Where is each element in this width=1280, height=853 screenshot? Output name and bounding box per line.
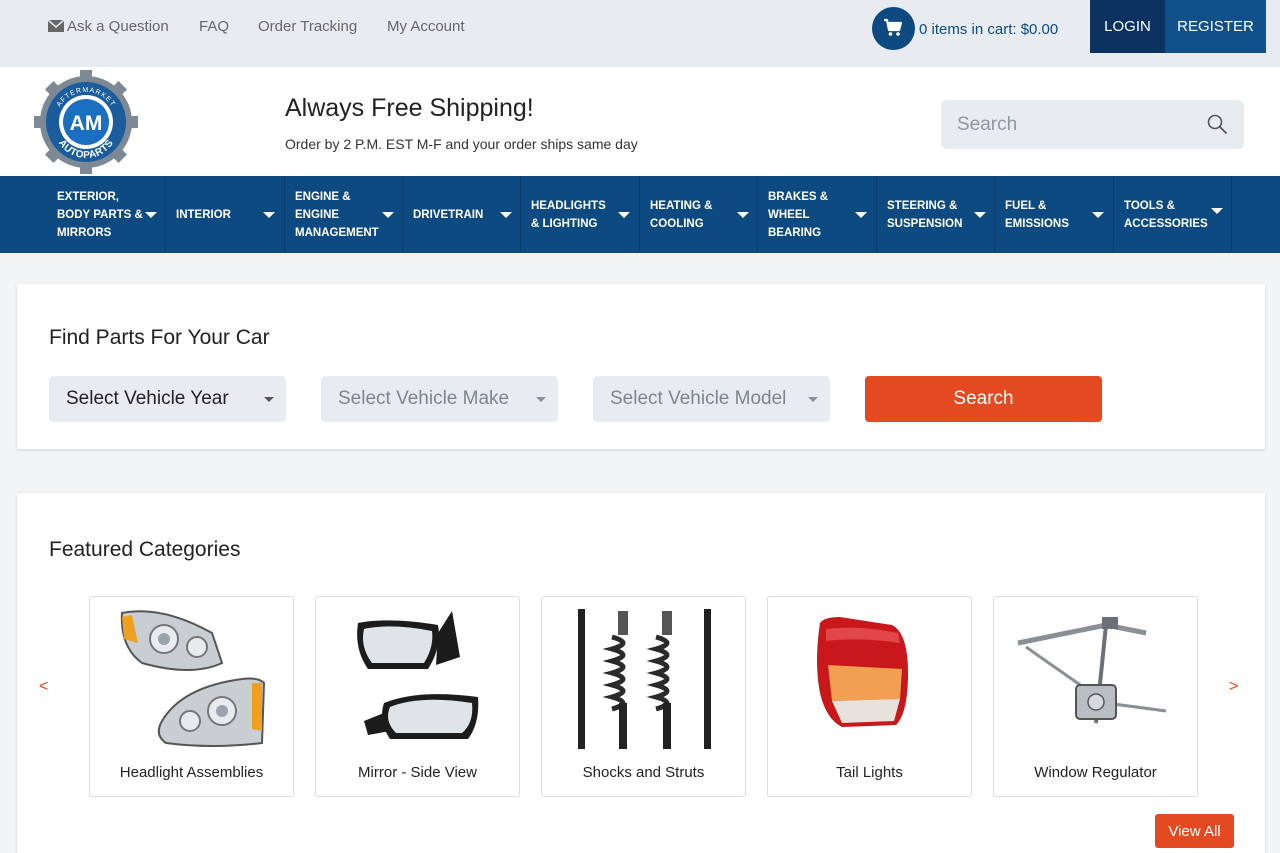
top-utility-bar: Ask a Question FAQ Order Tracking My Acc… [0, 0, 1280, 67]
nav-label: Heating & Cooling [650, 199, 713, 230]
chevron-down-icon [618, 212, 630, 218]
nav-label: Brakes & Wheel Bearing [768, 190, 829, 239]
category-tile-shocks[interactable]: Shocks and Struts [541, 596, 746, 797]
chevron-left-icon[interactable]: < [39, 678, 48, 696]
vehicle-model-select[interactable]: Select Vehicle Model [593, 376, 830, 422]
nav-label: Fuel & Emissions [1005, 199, 1069, 230]
chevron-down-icon [737, 212, 749, 218]
vehicle-make-select[interactable]: Select Vehicle Make [321, 376, 558, 422]
site-header: AM AFTERMARKET AUTOPARTS Always Free Shi… [0, 67, 1280, 176]
vehicle-model-placeholder: Select Vehicle Model [610, 388, 787, 409]
category-label: Shocks and Struts [582, 764, 705, 781]
shipping-subtitle: Order by 2 P.M. EST M-F and your order s… [285, 136, 638, 152]
my-account-link[interactable]: My Account [387, 18, 465, 35]
chevron-down-icon [536, 397, 546, 402]
ask-question-link[interactable]: Ask a Question [48, 18, 169, 35]
headlight-assemblies-image [120, 610, 266, 747]
chevron-right-icon[interactable]: > [1229, 678, 1238, 696]
nav-label: Tools & Accessories [1124, 199, 1208, 230]
featured-title: Featured Categories [49, 538, 241, 561]
register-button[interactable]: REGISTER [1165, 0, 1266, 53]
nav-item-exterior[interactable]: Exterior, Body Parts & Mirrors [0, 176, 166, 253]
site-search [941, 100, 1244, 149]
category-label: Headlight Assemblies [119, 764, 264, 781]
faq-link[interactable]: FAQ [199, 18, 229, 35]
finder-title: Find Parts For Your Car [49, 326, 270, 349]
nav-label: Engine & Engine Management [295, 190, 379, 239]
nav-item-drivetrain[interactable]: Drivetrain [403, 176, 521, 253]
nav-item-interior[interactable]: Interior [166, 176, 285, 253]
vehicle-make-placeholder: Select Vehicle Make [338, 388, 510, 409]
logo-center-text: AM [70, 112, 103, 135]
chevron-down-icon [855, 212, 867, 218]
tail-lights-image [817, 617, 908, 727]
chevron-down-icon [264, 397, 274, 402]
ask-question-label: Ask a Question [67, 18, 169, 35]
vehicle-search-button[interactable]: Search [865, 376, 1102, 422]
nav-label: Exterior, Body Parts & Mirrors [57, 190, 143, 239]
nav-item-brakes[interactable]: Brakes & Wheel Bearing [758, 176, 877, 253]
chevron-down-icon [808, 397, 818, 402]
window-regulator-image [1017, 617, 1167, 724]
nav-item-engine[interactable]: Engine & Engine Management [285, 176, 403, 253]
shocks-and-struts-image [578, 609, 711, 749]
view-all-button[interactable]: View All [1155, 814, 1234, 848]
mirror-side-view-image [357, 611, 479, 739]
category-tile-tail-lights[interactable]: Tail Lights [767, 596, 972, 797]
category-label: Mirror - Side View [358, 764, 477, 781]
chevron-down-icon [263, 212, 275, 218]
featured-categories: Featured Categories < > Headlight Assemb… [17, 493, 1265, 853]
nav-label: Headlights & Lighting [531, 199, 606, 230]
nav-item-tools[interactable]: Tools & Accessories [1114, 176, 1232, 253]
nav-label: Interior [176, 208, 231, 221]
shipping-title: Always Free Shipping! [285, 94, 534, 122]
chevron-down-icon [382, 212, 394, 218]
nav-item-heating[interactable]: Heating & Cooling [640, 176, 758, 253]
chevron-down-icon [974, 212, 986, 218]
nav-label: Drivetrain [413, 208, 484, 221]
nav-label: Steering & Suspension [887, 199, 963, 230]
chevron-down-icon [145, 212, 157, 218]
category-tile-mirrors[interactable]: Mirror - Side View [315, 596, 520, 797]
nav-item-fuel[interactable]: Fuel & Emissions [995, 176, 1114, 253]
cart-summary[interactable]: 0 items in cart: $0.00 [919, 21, 1058, 38]
chevron-down-icon [500, 212, 512, 218]
search-icon[interactable] [1206, 113, 1228, 135]
category-tile-headlights[interactable]: Headlight Assemblies [89, 596, 294, 797]
brand-logo[interactable]: AM AFTERMARKET AUTOPARTS [34, 70, 138, 174]
order-tracking-link[interactable]: Order Tracking [258, 18, 357, 35]
nav-item-steering[interactable]: Steering & Suspension [877, 176, 995, 253]
vehicle-year-value: Select Vehicle Year [66, 388, 229, 409]
search-input[interactable] [957, 100, 1197, 149]
cart-button[interactable] [872, 7, 915, 50]
category-tile-window-regulator[interactable]: Window Regulator [993, 596, 1198, 797]
envelope-icon [48, 20, 64, 32]
chevron-down-icon [1211, 208, 1223, 214]
cart-icon [884, 18, 903, 36]
vehicle-year-select[interactable]: Select Vehicle Year [49, 376, 286, 422]
category-label: Window Regulator [1034, 764, 1157, 781]
login-button[interactable]: LOGIN [1090, 0, 1165, 53]
vehicle-finder: Find Parts For Your Car Select Vehicle Y… [17, 284, 1265, 449]
nav-item-headlights[interactable]: Headlights & Lighting [521, 176, 640, 253]
chevron-down-icon [1092, 212, 1104, 218]
category-label: Tail Lights [836, 764, 903, 781]
category-nav: Exterior, Body Parts & Mirrors Interior … [0, 176, 1280, 253]
